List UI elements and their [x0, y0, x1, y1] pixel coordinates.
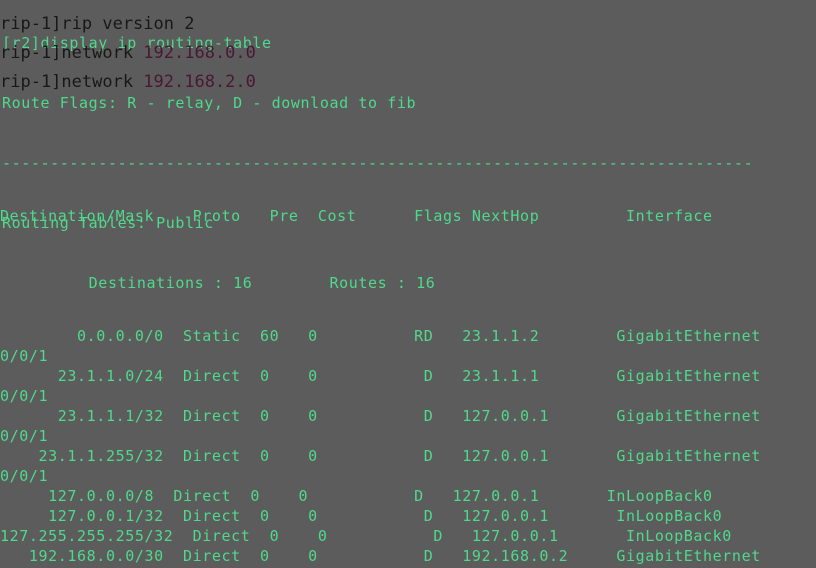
table-top-spacer	[0, 146, 816, 166]
table-row: 127.255.255.255/32 Direct 0 0 D 127.0.0.…	[0, 527, 732, 545]
terminal-window[interactable]: [r2]display ip routing-table Route Flags…	[0, 0, 816, 568]
table-row-wrap: 0/0/1	[0, 347, 49, 365]
table-row-wrap: 0/0/1	[0, 427, 49, 445]
routing-table: Destination/Mask Proto Pre Cost Flags Ne…	[0, 106, 816, 568]
table-row: 23.1.1.1/32 Direct 0 0 D 127.0.0.1 Gigab…	[0, 407, 761, 425]
routing-table-header: Destination/Mask Proto Pre Cost Flags Ne…	[0, 207, 713, 225]
table-row: 23.1.1.255/32 Direct 0 0 D 127.0.0.1 Gig…	[0, 447, 761, 465]
table-row: 23.1.1.0/24 Direct 0 0 D 23.1.1.1 Gigabi…	[0, 367, 761, 385]
table-row: 127.0.0.1/32 Direct 0 0 D 127.0.0.1 InLo…	[0, 507, 723, 525]
table-row: 0.0.0.0/0 Static 60 0 RD 23.1.1.2 Gigabi…	[0, 327, 761, 345]
table-header-spacer	[0, 266, 816, 286]
table-row-wrap: 0/0/1	[0, 467, 49, 485]
table-row-wrap: 0/0/1	[0, 387, 49, 405]
table-row: 127.0.0.0/8 Direct 0 0 D 127.0.0.1 InLoo…	[0, 487, 713, 505]
routing-table-body: 0.0.0.0/0 Static 60 0 RD 23.1.1.2 Gigabi…	[0, 326, 816, 568]
table-row: 192.168.0.0/30 Direct 0 0 D 192.168.0.2 …	[0, 547, 761, 565]
command-prompt-line: [r2]display ip routing-table	[2, 34, 272, 52]
